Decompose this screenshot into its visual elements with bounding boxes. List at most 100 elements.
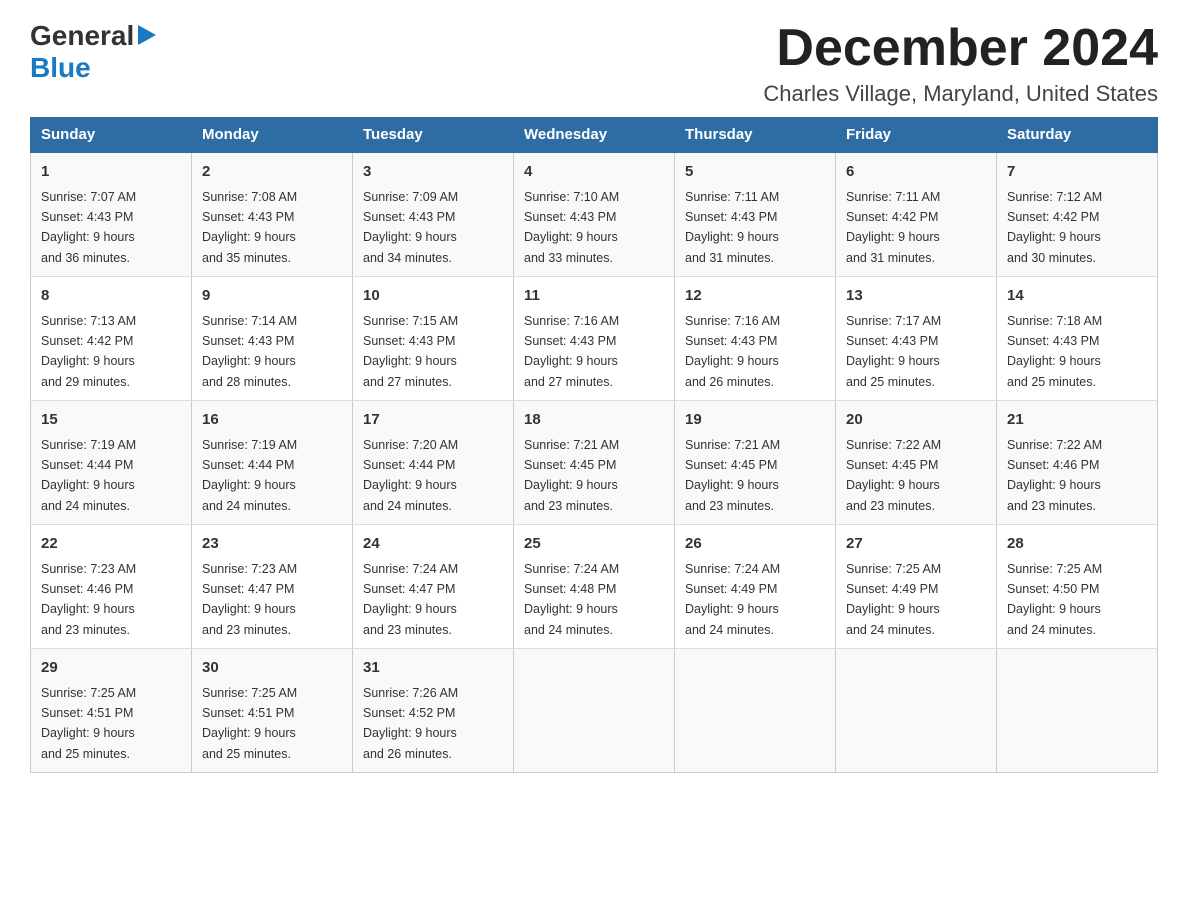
calendar-week-row: 29 Sunrise: 7:25 AM Sunset: 4:51 PM Dayl… (31, 649, 1158, 773)
calendar-day-cell (836, 649, 997, 773)
day-number: 14 (1007, 285, 1147, 308)
calendar-day-cell: 7 Sunrise: 7:12 AM Sunset: 4:42 PM Dayli… (997, 152, 1158, 277)
month-year-title: December 2024 (763, 20, 1158, 77)
day-number: 30 (202, 657, 342, 680)
day-info: Sunrise: 7:08 AM Sunset: 4:43 PM Dayligh… (202, 190, 297, 265)
calendar-day-cell: 20 Sunrise: 7:22 AM Sunset: 4:45 PM Dayl… (836, 401, 997, 525)
day-info: Sunrise: 7:10 AM Sunset: 4:43 PM Dayligh… (524, 190, 619, 265)
day-number: 28 (1007, 533, 1147, 556)
day-info: Sunrise: 7:19 AM Sunset: 4:44 PM Dayligh… (41, 438, 136, 513)
logo: General Blue (30, 20, 156, 84)
calendar-day-cell: 22 Sunrise: 7:23 AM Sunset: 4:46 PM Dayl… (31, 525, 192, 649)
calendar-day-cell: 31 Sunrise: 7:26 AM Sunset: 4:52 PM Dayl… (353, 649, 514, 773)
calendar-day-cell: 18 Sunrise: 7:21 AM Sunset: 4:45 PM Dayl… (514, 401, 675, 525)
logo-triangle-icon (138, 25, 156, 50)
day-info: Sunrise: 7:25 AM Sunset: 4:49 PM Dayligh… (846, 562, 941, 637)
day-number: 22 (41, 533, 181, 556)
calendar-day-cell: 6 Sunrise: 7:11 AM Sunset: 4:42 PM Dayli… (836, 152, 997, 277)
logo-blue-text: Blue (30, 52, 91, 83)
day-number: 10 (363, 285, 503, 308)
day-info: Sunrise: 7:18 AM Sunset: 4:43 PM Dayligh… (1007, 314, 1102, 389)
day-number: 8 (41, 285, 181, 308)
day-info: Sunrise: 7:12 AM Sunset: 4:42 PM Dayligh… (1007, 190, 1102, 265)
day-info: Sunrise: 7:25 AM Sunset: 4:50 PM Dayligh… (1007, 562, 1102, 637)
calendar-day-cell (514, 649, 675, 773)
calendar-day-cell: 3 Sunrise: 7:09 AM Sunset: 4:43 PM Dayli… (353, 152, 514, 277)
day-number: 7 (1007, 161, 1147, 184)
day-number: 6 (846, 161, 986, 184)
day-info: Sunrise: 7:24 AM Sunset: 4:49 PM Dayligh… (685, 562, 780, 637)
calendar-header-row: Sunday Monday Tuesday Wednesday Thursday… (31, 118, 1158, 153)
day-info: Sunrise: 7:24 AM Sunset: 4:48 PM Dayligh… (524, 562, 619, 637)
day-info: Sunrise: 7:19 AM Sunset: 4:44 PM Dayligh… (202, 438, 297, 513)
day-info: Sunrise: 7:21 AM Sunset: 4:45 PM Dayligh… (524, 438, 619, 513)
calendar-day-cell: 24 Sunrise: 7:24 AM Sunset: 4:47 PM Dayl… (353, 525, 514, 649)
calendar-day-cell: 10 Sunrise: 7:15 AM Sunset: 4:43 PM Dayl… (353, 277, 514, 401)
day-number: 16 (202, 409, 342, 432)
day-number: 17 (363, 409, 503, 432)
day-number: 29 (41, 657, 181, 680)
calendar-day-cell: 1 Sunrise: 7:07 AM Sunset: 4:43 PM Dayli… (31, 152, 192, 277)
calendar-day-cell: 4 Sunrise: 7:10 AM Sunset: 4:43 PM Dayli… (514, 152, 675, 277)
title-area: December 2024 Charles Village, Maryland,… (763, 20, 1158, 107)
day-number: 23 (202, 533, 342, 556)
day-number: 31 (363, 657, 503, 680)
calendar-week-row: 15 Sunrise: 7:19 AM Sunset: 4:44 PM Dayl… (31, 401, 1158, 525)
calendar-day-cell: 11 Sunrise: 7:16 AM Sunset: 4:43 PM Dayl… (514, 277, 675, 401)
day-info: Sunrise: 7:07 AM Sunset: 4:43 PM Dayligh… (41, 190, 136, 265)
calendar-day-cell: 28 Sunrise: 7:25 AM Sunset: 4:50 PM Dayl… (997, 525, 1158, 649)
col-saturday: Saturday (997, 118, 1158, 153)
day-number: 26 (685, 533, 825, 556)
calendar-day-cell: 27 Sunrise: 7:25 AM Sunset: 4:49 PM Dayl… (836, 525, 997, 649)
calendar-week-row: 8 Sunrise: 7:13 AM Sunset: 4:42 PM Dayli… (31, 277, 1158, 401)
calendar-day-cell: 14 Sunrise: 7:18 AM Sunset: 4:43 PM Dayl… (997, 277, 1158, 401)
day-info: Sunrise: 7:09 AM Sunset: 4:43 PM Dayligh… (363, 190, 458, 265)
day-number: 11 (524, 285, 664, 308)
calendar-week-row: 22 Sunrise: 7:23 AM Sunset: 4:46 PM Dayl… (31, 525, 1158, 649)
calendar-day-cell: 2 Sunrise: 7:08 AM Sunset: 4:43 PM Dayli… (192, 152, 353, 277)
day-number: 13 (846, 285, 986, 308)
calendar-day-cell (997, 649, 1158, 773)
calendar-day-cell: 29 Sunrise: 7:25 AM Sunset: 4:51 PM Dayl… (31, 649, 192, 773)
day-info: Sunrise: 7:21 AM Sunset: 4:45 PM Dayligh… (685, 438, 780, 513)
day-number: 5 (685, 161, 825, 184)
day-info: Sunrise: 7:26 AM Sunset: 4:52 PM Dayligh… (363, 686, 458, 761)
day-number: 4 (524, 161, 664, 184)
calendar-day-cell: 8 Sunrise: 7:13 AM Sunset: 4:42 PM Dayli… (31, 277, 192, 401)
calendar-day-cell: 5 Sunrise: 7:11 AM Sunset: 4:43 PM Dayli… (675, 152, 836, 277)
calendar-day-cell (675, 649, 836, 773)
calendar-day-cell: 12 Sunrise: 7:16 AM Sunset: 4:43 PM Dayl… (675, 277, 836, 401)
day-info: Sunrise: 7:22 AM Sunset: 4:45 PM Dayligh… (846, 438, 941, 513)
calendar-day-cell: 25 Sunrise: 7:24 AM Sunset: 4:48 PM Dayl… (514, 525, 675, 649)
day-info: Sunrise: 7:22 AM Sunset: 4:46 PM Dayligh… (1007, 438, 1102, 513)
col-tuesday: Tuesday (353, 118, 514, 153)
day-number: 21 (1007, 409, 1147, 432)
calendar-day-cell: 15 Sunrise: 7:19 AM Sunset: 4:44 PM Dayl… (31, 401, 192, 525)
page-header: General Blue December 2024 Charles Villa… (30, 20, 1158, 107)
col-monday: Monday (192, 118, 353, 153)
day-info: Sunrise: 7:14 AM Sunset: 4:43 PM Dayligh… (202, 314, 297, 389)
day-number: 20 (846, 409, 986, 432)
location-subtitle: Charles Village, Maryland, United States (763, 81, 1158, 107)
day-number: 9 (202, 285, 342, 308)
col-friday: Friday (836, 118, 997, 153)
day-number: 3 (363, 161, 503, 184)
day-info: Sunrise: 7:23 AM Sunset: 4:46 PM Dayligh… (41, 562, 136, 637)
day-info: Sunrise: 7:16 AM Sunset: 4:43 PM Dayligh… (685, 314, 780, 389)
day-number: 27 (846, 533, 986, 556)
day-number: 1 (41, 161, 181, 184)
day-number: 18 (524, 409, 664, 432)
day-info: Sunrise: 7:13 AM Sunset: 4:42 PM Dayligh… (41, 314, 136, 389)
day-info: Sunrise: 7:11 AM Sunset: 4:43 PM Dayligh… (685, 190, 779, 265)
calendar-day-cell: 17 Sunrise: 7:20 AM Sunset: 4:44 PM Dayl… (353, 401, 514, 525)
calendar-day-cell: 13 Sunrise: 7:17 AM Sunset: 4:43 PM Dayl… (836, 277, 997, 401)
day-number: 19 (685, 409, 825, 432)
day-number: 24 (363, 533, 503, 556)
day-number: 2 (202, 161, 342, 184)
calendar-day-cell: 26 Sunrise: 7:24 AM Sunset: 4:49 PM Dayl… (675, 525, 836, 649)
day-info: Sunrise: 7:15 AM Sunset: 4:43 PM Dayligh… (363, 314, 458, 389)
calendar-table: Sunday Monday Tuesday Wednesday Thursday… (30, 117, 1158, 773)
day-info: Sunrise: 7:20 AM Sunset: 4:44 PM Dayligh… (363, 438, 458, 513)
calendar-day-cell: 19 Sunrise: 7:21 AM Sunset: 4:45 PM Dayl… (675, 401, 836, 525)
day-info: Sunrise: 7:16 AM Sunset: 4:43 PM Dayligh… (524, 314, 619, 389)
